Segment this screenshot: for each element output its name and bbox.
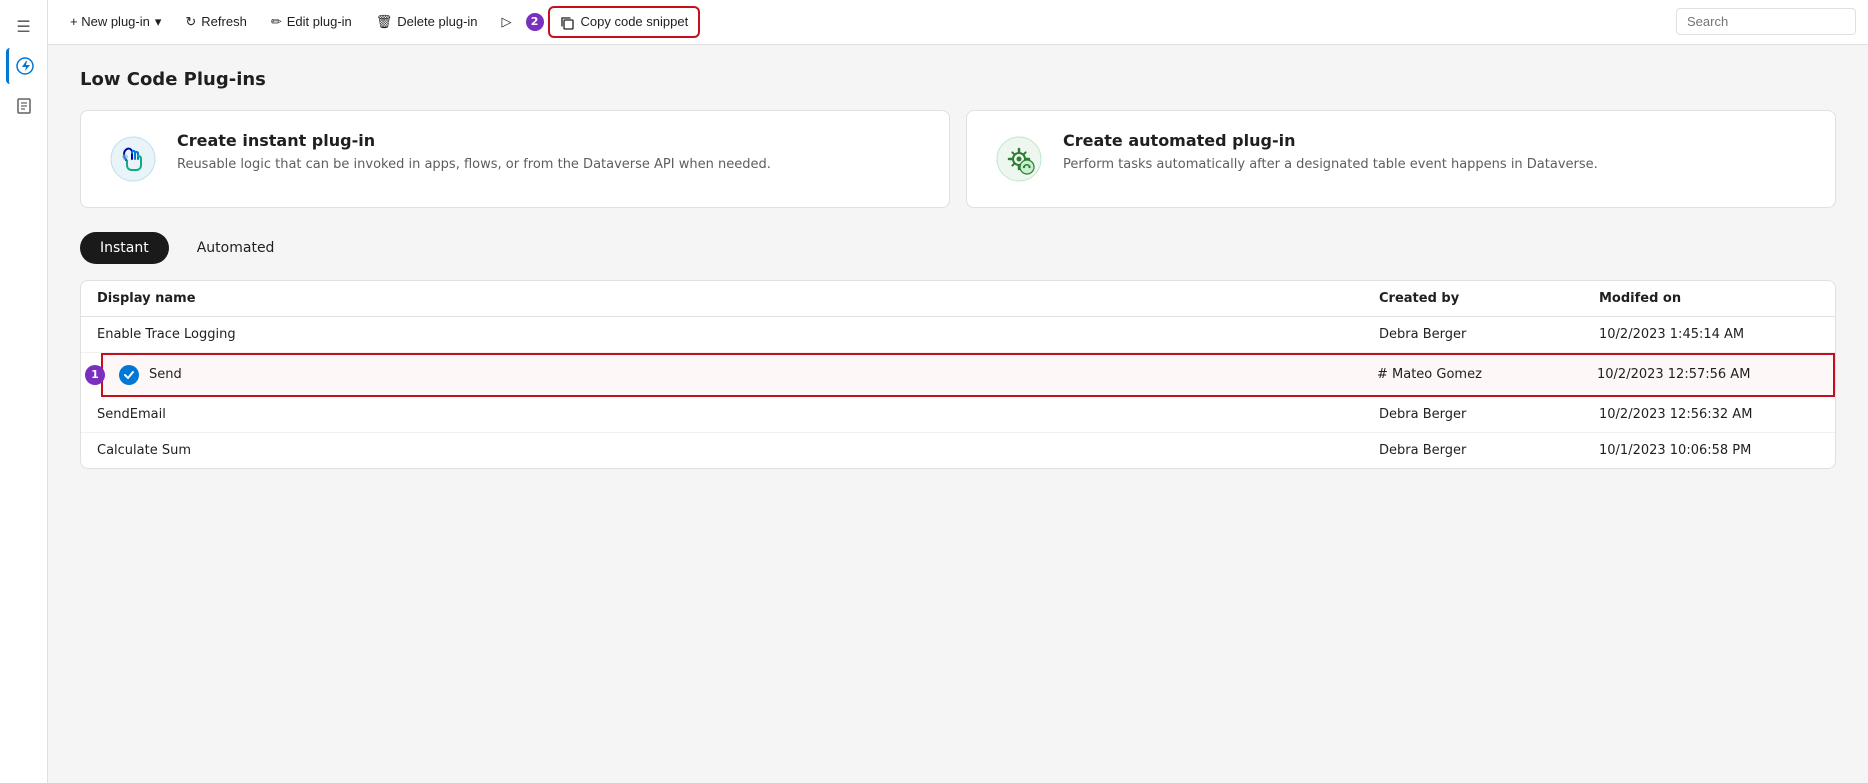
edit-icon: ✏ xyxy=(271,14,282,30)
plugins-table: Display name Created by Modifed on Enabl… xyxy=(80,280,1836,469)
run-icon: ▷ xyxy=(502,14,512,30)
row-display-name: Calculate Sum xyxy=(97,443,1379,458)
instant-card-title: Create instant plug-in xyxy=(177,131,771,150)
row-display-name: Enable Trace Logging xyxy=(97,327,1379,342)
row-created-by: Debra Berger xyxy=(1379,443,1599,458)
new-plugin-button[interactable]: + New plug-in ▾ xyxy=(60,8,171,36)
automated-card-text: Create automated plug-in Perform tasks a… xyxy=(1063,131,1598,174)
new-plugin-label: + New plug-in xyxy=(70,14,150,29)
copy-snippet-badge: 2 xyxy=(526,13,544,31)
row-display-name: Send xyxy=(119,365,1377,385)
row-modified-on: 10/2/2023 12:57:56 AM xyxy=(1597,367,1817,382)
row-modified-on: 10/2/2023 12:56:32 AM xyxy=(1599,407,1819,422)
instant-card-description: Reusable logic that can be invoked in ap… xyxy=(177,156,771,174)
row-modified-on: 10/2/2023 1:45:14 AM xyxy=(1599,327,1819,342)
table-header: Display name Created by Modifed on xyxy=(81,281,1835,317)
copy-snippet-label: Copy code snippet xyxy=(581,14,689,29)
col-created-by: Created by xyxy=(1379,291,1599,306)
refresh-button[interactable]: ↻ Refresh xyxy=(175,8,256,36)
row-display-name: SendEmail xyxy=(97,407,1379,422)
row-created-by: Debra Berger xyxy=(1379,407,1599,422)
table-row[interactable]: 1 Send # Mateo Gomez 10/2/2023 12:57:56 … xyxy=(101,353,1835,397)
tab-automated[interactable]: Automated xyxy=(177,232,295,264)
sidebar: ☰ xyxy=(0,0,48,783)
copy-icon xyxy=(560,14,576,30)
run-button[interactable]: ▷ xyxy=(492,8,522,36)
col-modified-on: Modifed on xyxy=(1599,291,1819,306)
automated-card-description: Perform tasks automatically after a desi… xyxy=(1063,156,1598,174)
row-modified-on: 10/1/2023 10:06:58 PM xyxy=(1599,443,1819,458)
lightning-icon[interactable] xyxy=(6,48,42,84)
chevron-down-icon: ▾ xyxy=(155,14,162,30)
toolbar: + New plug-in ▾ ↻ Refresh ✏ Edit plug-in… xyxy=(48,0,1868,45)
col-display-name: Display name xyxy=(97,291,1379,306)
instant-card-icon xyxy=(105,131,161,187)
table-row[interactable]: Enable Trace Logging Debra Berger 10/2/2… xyxy=(81,317,1835,353)
search-input[interactable] xyxy=(1676,8,1856,35)
tabs-row: Instant Automated xyxy=(80,232,1836,264)
refresh-icon: ↻ xyxy=(185,14,196,30)
delete-icon: 🗑 xyxy=(376,14,393,30)
tab-instant[interactable]: Instant xyxy=(80,232,169,264)
instant-card-text: Create instant plug-in Reusable logic th… xyxy=(177,131,771,174)
row-created-by: # Mateo Gomez xyxy=(1377,367,1597,382)
table-row[interactable]: SendEmail Debra Berger 10/2/2023 12:56:3… xyxy=(81,397,1835,433)
check-icon xyxy=(119,365,139,385)
instant-card[interactable]: Create instant plug-in Reusable logic th… xyxy=(80,110,950,208)
book-icon[interactable] xyxy=(6,88,42,124)
edit-plugin-button[interactable]: ✏ Edit plug-in xyxy=(261,8,362,36)
automated-card[interactable]: Create automated plug-in Perform tasks a… xyxy=(966,110,1836,208)
main-area: + New plug-in ▾ ↻ Refresh ✏ Edit plug-in… xyxy=(48,0,1868,783)
cards-row: Create instant plug-in Reusable logic th… xyxy=(80,110,1836,208)
refresh-label: Refresh xyxy=(201,14,247,29)
row-created-by: Debra Berger xyxy=(1379,327,1599,342)
delete-plugin-button[interactable]: 🗑 Delete plug-in xyxy=(366,8,488,36)
edit-plugin-label: Edit plug-in xyxy=(287,14,352,29)
table-row[interactable]: Calculate Sum Debra Berger 10/1/2023 10:… xyxy=(81,433,1835,468)
automated-card-title: Create automated plug-in xyxy=(1063,131,1598,150)
copy-code-snippet-button[interactable]: Copy code snippet xyxy=(548,6,701,38)
automated-card-icon xyxy=(991,131,1047,187)
page-title: Low Code Plug-ins xyxy=(80,69,1836,90)
content-area: Low Code Plug-ins Create xyxy=(48,45,1868,783)
row-number-badge-1: 1 xyxy=(85,365,105,385)
hamburger-icon[interactable]: ☰ xyxy=(6,8,42,44)
delete-plugin-label: Delete plug-in xyxy=(397,14,477,29)
